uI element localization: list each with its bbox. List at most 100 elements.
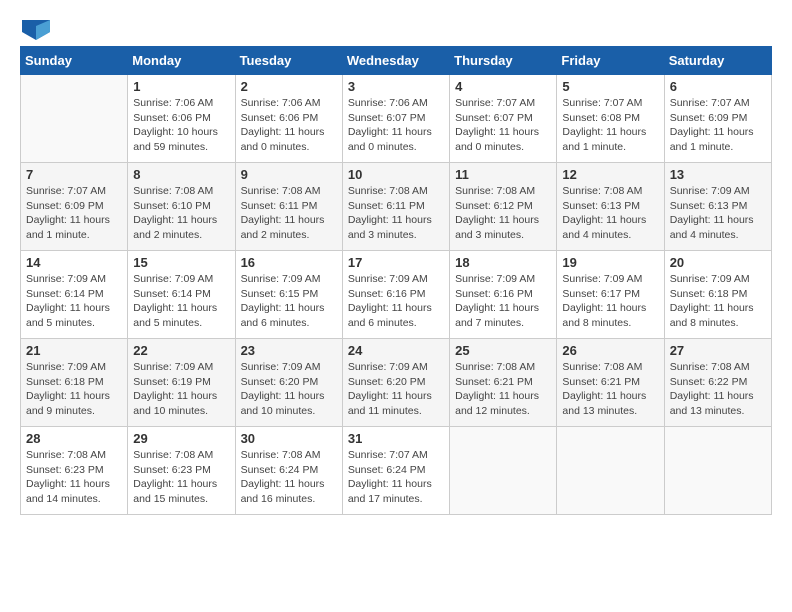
day-info: Sunrise: 7:09 AMSunset: 6:16 PMDaylight:… [455, 272, 551, 331]
calendar-cell [664, 427, 771, 515]
calendar-cell: 3 Sunrise: 7:06 AMSunset: 6:07 PMDaylight… [342, 75, 449, 163]
day-number: 10 [348, 167, 444, 182]
calendar-cell: 19 Sunrise: 7:09 AMSunset: 6:17 PMDayligh… [557, 251, 664, 339]
calendar-header-row: SundayMondayTuesdayWednesdayThursdayFrid… [21, 47, 772, 75]
day-number: 25 [455, 343, 551, 358]
day-number: 5 [562, 79, 658, 94]
calendar-cell: 26 Sunrise: 7:08 AMSunset: 6:21 PMDayligh… [557, 339, 664, 427]
day-info: Sunrise: 7:06 AMSunset: 6:06 PMDaylight:… [133, 96, 229, 155]
day-info: Sunrise: 7:07 AMSunset: 6:09 PMDaylight:… [670, 96, 766, 155]
weekday-header-sunday: Sunday [21, 47, 128, 75]
day-info: Sunrise: 7:09 AMSunset: 6:20 PMDaylight:… [241, 360, 337, 419]
day-number: 21 [26, 343, 122, 358]
day-number: 3 [348, 79, 444, 94]
calendar-cell: 24 Sunrise: 7:09 AMSunset: 6:20 PMDayligh… [342, 339, 449, 427]
calendar-cell: 27 Sunrise: 7:08 AMSunset: 6:22 PMDayligh… [664, 339, 771, 427]
day-info: Sunrise: 7:09 AMSunset: 6:17 PMDaylight:… [562, 272, 658, 331]
day-info: Sunrise: 7:09 AMSunset: 6:16 PMDaylight:… [348, 272, 444, 331]
day-info: Sunrise: 7:08 AMSunset: 6:24 PMDaylight:… [241, 448, 337, 507]
calendar-cell [557, 427, 664, 515]
day-info: Sunrise: 7:08 AMSunset: 6:21 PMDaylight:… [455, 360, 551, 419]
weekday-header-wednesday: Wednesday [342, 47, 449, 75]
day-number: 31 [348, 431, 444, 446]
day-number: 22 [133, 343, 229, 358]
day-info: Sunrise: 7:09 AMSunset: 6:20 PMDaylight:… [348, 360, 444, 419]
calendar-cell: 23Sunrise: 7:09 AMSunset: 6:20 PMDayligh… [235, 339, 342, 427]
calendar-cell: 16Sunrise: 7:09 AMSunset: 6:15 PMDayligh… [235, 251, 342, 339]
calendar-cell [450, 427, 557, 515]
day-info: Sunrise: 7:07 AMSunset: 6:08 PMDaylight:… [562, 96, 658, 155]
calendar-cell: 9 Sunrise: 7:08 AMSunset: 6:11 PMDaylight… [235, 163, 342, 251]
day-info: Sunrise: 7:07 AMSunset: 6:09 PMDaylight:… [26, 184, 122, 243]
calendar-cell: 1 Sunrise: 7:06 AMSunset: 6:06 PMDaylight… [128, 75, 235, 163]
day-number: 24 [348, 343, 444, 358]
page-header [20, 20, 772, 36]
day-number: 14 [26, 255, 122, 270]
day-info: Sunrise: 7:08 AMSunset: 6:11 PMDaylight:… [348, 184, 444, 243]
day-info: Sunrise: 7:08 AMSunset: 6:23 PMDaylight:… [26, 448, 122, 507]
calendar-cell: 15Sunrise: 7:09 AMSunset: 6:14 PMDayligh… [128, 251, 235, 339]
day-number: 20 [670, 255, 766, 270]
calendar-cell: 22Sunrise: 7:09 AMSunset: 6:19 PMDayligh… [128, 339, 235, 427]
calendar-cell: 28 Sunrise: 7:08 AMSunset: 6:23 PMDayligh… [21, 427, 128, 515]
logo [20, 20, 50, 36]
day-number: 7 [26, 167, 122, 182]
day-info: Sunrise: 7:09 AMSunset: 6:15 PMDaylight:… [241, 272, 337, 331]
day-info: Sunrise: 7:09 AMSunset: 6:18 PMDaylight:… [26, 360, 122, 419]
calendar-cell [21, 75, 128, 163]
calendar-cell: 11 Sunrise: 7:08 AMSunset: 6:12 PMDayligh… [450, 163, 557, 251]
day-number: 13 [670, 167, 766, 182]
day-number: 8 [133, 167, 229, 182]
calendar-cell: 12 Sunrise: 7:08 AMSunset: 6:13 PMDayligh… [557, 163, 664, 251]
day-info: Sunrise: 7:06 AMSunset: 6:07 PMDaylight:… [348, 96, 444, 155]
calendar-cell: 14Sunrise: 7:09 AMSunset: 6:14 PMDayligh… [21, 251, 128, 339]
calendar-week-row: 21 Sunrise: 7:09 AMSunset: 6:18 PMDayligh… [21, 339, 772, 427]
day-number: 2 [241, 79, 337, 94]
calendar-week-row: 28 Sunrise: 7:08 AMSunset: 6:23 PMDayligh… [21, 427, 772, 515]
weekday-header-tuesday: Tuesday [235, 47, 342, 75]
calendar-cell: 6 Sunrise: 7:07 AMSunset: 6:09 PMDaylight… [664, 75, 771, 163]
calendar-cell: 4 Sunrise: 7:07 AMSunset: 6:07 PMDaylight… [450, 75, 557, 163]
day-number: 12 [562, 167, 658, 182]
day-info: Sunrise: 7:08 AMSunset: 6:10 PMDaylight:… [133, 184, 229, 243]
day-number: 27 [670, 343, 766, 358]
weekday-header-thursday: Thursday [450, 47, 557, 75]
calendar-cell: 20Sunrise: 7:09 AMSunset: 6:18 PMDayligh… [664, 251, 771, 339]
logo-flag-icon [22, 20, 50, 40]
day-number: 29 [133, 431, 229, 446]
weekday-header-friday: Friday [557, 47, 664, 75]
calendar-cell: 21 Sunrise: 7:09 AMSunset: 6:18 PMDayligh… [21, 339, 128, 427]
day-info: Sunrise: 7:07 AMSunset: 6:07 PMDaylight:… [455, 96, 551, 155]
day-number: 30 [241, 431, 337, 446]
day-info: Sunrise: 7:06 AMSunset: 6:06 PMDaylight:… [241, 96, 337, 155]
day-number: 1 [133, 79, 229, 94]
day-info: Sunrise: 7:08 AMSunset: 6:13 PMDaylight:… [562, 184, 658, 243]
calendar-cell: 29Sunrise: 7:08 AMSunset: 6:23 PMDayligh… [128, 427, 235, 515]
calendar-cell: 18 Sunrise: 7:09 AMSunset: 6:16 PMDayligh… [450, 251, 557, 339]
calendar-cell: 17 Sunrise: 7:09 AMSunset: 6:16 PMDayligh… [342, 251, 449, 339]
calendar-cell: 8 Sunrise: 7:08 AMSunset: 6:10 PMDaylight… [128, 163, 235, 251]
day-number: 19 [562, 255, 658, 270]
day-info: Sunrise: 7:08 AMSunset: 6:22 PMDaylight:… [670, 360, 766, 419]
day-number: 9 [241, 167, 337, 182]
calendar-table: SundayMondayTuesdayWednesdayThursdayFrid… [20, 46, 772, 515]
day-info: Sunrise: 7:08 AMSunset: 6:21 PMDaylight:… [562, 360, 658, 419]
day-info: Sunrise: 7:09 AMSunset: 6:13 PMDaylight:… [670, 184, 766, 243]
calendar-cell: 2 Sunrise: 7:06 AMSunset: 6:06 PMDaylight… [235, 75, 342, 163]
day-number: 26 [562, 343, 658, 358]
day-number: 18 [455, 255, 551, 270]
calendar-cell: 5 Sunrise: 7:07 AMSunset: 6:08 PMDaylight… [557, 75, 664, 163]
calendar-cell: 10 Sunrise: 7:08 AMSunset: 6:11 PMDayligh… [342, 163, 449, 251]
weekday-header-saturday: Saturday [664, 47, 771, 75]
day-number: 28 [26, 431, 122, 446]
day-number: 17 [348, 255, 444, 270]
calendar-week-row: 14Sunrise: 7:09 AMSunset: 6:14 PMDayligh… [21, 251, 772, 339]
calendar-cell: 31Sunrise: 7:07 AMSunset: 6:24 PMDayligh… [342, 427, 449, 515]
day-info: Sunrise: 7:08 AMSunset: 6:12 PMDaylight:… [455, 184, 551, 243]
day-number: 4 [455, 79, 551, 94]
calendar-cell: 25 Sunrise: 7:08 AMSunset: 6:21 PMDayligh… [450, 339, 557, 427]
day-number: 6 [670, 79, 766, 94]
day-number: 11 [455, 167, 551, 182]
day-info: Sunrise: 7:08 AMSunset: 6:11 PMDaylight:… [241, 184, 337, 243]
calendar-week-row: 1 Sunrise: 7:06 AMSunset: 6:06 PMDaylight… [21, 75, 772, 163]
